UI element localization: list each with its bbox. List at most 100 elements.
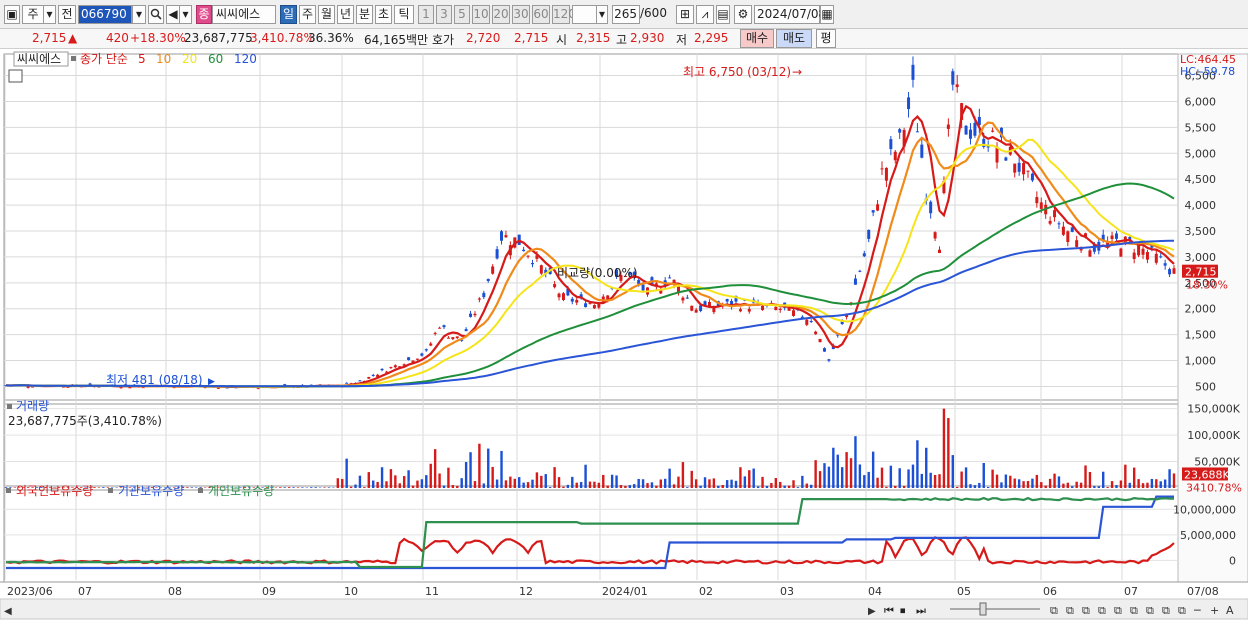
line-chart-icon[interactable]: ⩘ <box>696 5 714 24</box>
volume-bar <box>567 485 569 488</box>
code-dropdown-icon[interactable]: ▾ <box>132 5 146 24</box>
chart-area[interactable]: 6,5006,0005,5005,0004,5004,0003,5003,000… <box>0 50 1248 621</box>
volume-bar <box>1120 480 1122 488</box>
volume-bar <box>93 487 95 488</box>
high-annotation: 최고 6,750 (03/12) <box>683 65 791 79</box>
period-day[interactable]: 일 <box>280 5 297 24</box>
volume-bar <box>1018 479 1020 488</box>
volume-bar <box>739 467 741 488</box>
chevron-down-icon[interactable]: ▾ <box>180 5 192 24</box>
chevron-down-icon[interactable]: ▾ <box>44 5 56 24</box>
period-minute[interactable]: 분 <box>356 5 373 24</box>
volume-bar <box>1142 483 1144 488</box>
volume-bar <box>469 452 471 488</box>
save-icon[interactable]: ▤ <box>716 5 730 24</box>
volume-bar <box>691 471 693 488</box>
volume-bar <box>9 487 11 488</box>
volume-bar <box>757 487 759 488</box>
candle-body <box>916 131 919 132</box>
x-tick-label: 06 <box>1043 585 1057 598</box>
candle-body <box>1168 269 1171 274</box>
candle-icon[interactable]: ⊞ <box>676 5 694 24</box>
zoom-slider-handle[interactable] <box>980 603 986 615</box>
volume-bar <box>859 464 861 488</box>
candle-body <box>726 299 729 301</box>
count-input[interactable]: 265 <box>612 5 640 24</box>
candle-body <box>819 339 822 342</box>
volume-bar <box>354 485 356 488</box>
volume-bar <box>646 483 648 488</box>
volume-bar <box>726 480 728 488</box>
gear-icon[interactable]: ⚙ <box>734 5 752 24</box>
volume-bar <box>1053 474 1055 488</box>
interval-10[interactable]: 10 <box>472 5 490 24</box>
candle-body <box>965 126 968 135</box>
interval-20[interactable]: 20 <box>492 5 510 24</box>
holdings-tick-label: 5,000,000 <box>1180 529 1236 542</box>
speaker-icon[interactable]: ◀ <box>166 5 180 24</box>
volume-bar <box>1155 479 1157 488</box>
volume-bar <box>1102 472 1104 488</box>
volume-bar <box>823 463 825 488</box>
candle-body <box>1146 252 1149 260</box>
volume-title: 거래량 <box>16 399 49 413</box>
ma-legend-period-10: 10 <box>156 52 171 66</box>
prev-button[interactable]: 전 <box>58 5 76 24</box>
eval-button[interactable]: 평 <box>816 29 836 48</box>
scrollbar-track[interactable] <box>0 599 1248 619</box>
volume-bar <box>1115 485 1117 488</box>
candle-body <box>814 332 817 335</box>
volume-bar <box>558 477 560 488</box>
candle-body <box>443 325 446 327</box>
candle-body <box>858 271 861 272</box>
candle-body <box>695 310 698 313</box>
calendar-icon[interactable]: ▦ <box>820 5 834 24</box>
chevron-down-icon[interactable]: ▾ <box>596 5 608 24</box>
interval-120[interactable]: 120 <box>552 5 570 24</box>
chart-svg[interactable]: 6,5006,0005,5005,0004,5004,0003,5003,000… <box>0 50 1248 621</box>
candle-body <box>938 250 941 253</box>
price-tick-label: 5,500 <box>1185 121 1217 134</box>
volume-bar <box>284 487 286 488</box>
stock-code-input[interactable]: 066790 <box>78 5 132 24</box>
date-input[interactable]: 2024/07/08 <box>754 5 820 24</box>
holdings-tick-label: 10,000,000 <box>1173 503 1236 516</box>
volume-bar <box>359 476 361 488</box>
candle-body <box>482 293 485 297</box>
period-year[interactable]: 년 <box>337 5 354 24</box>
volume-bar <box>801 476 803 488</box>
period-tick[interactable]: 틱 <box>394 5 414 24</box>
volume-bar <box>952 455 954 488</box>
search-icon[interactable] <box>148 5 164 24</box>
x-tick-label: 04 <box>868 585 882 598</box>
ma-legend-period-120: 120 <box>234 52 257 66</box>
volume-bar <box>974 485 976 488</box>
period-week[interactable]: 주 <box>299 5 316 24</box>
period-month[interactable]: 월 <box>318 5 335 24</box>
volume-bar <box>593 482 595 488</box>
candle-body <box>1115 233 1118 238</box>
price-tick-label: 5,000 <box>1185 147 1217 160</box>
interval-30[interactable]: 30 <box>512 5 530 24</box>
period-second[interactable]: 초 <box>375 5 392 24</box>
volume-bar <box>549 487 551 488</box>
volume-bar <box>611 475 613 488</box>
candle-body <box>416 359 419 360</box>
candle-body <box>447 338 450 339</box>
interval-60[interactable]: 60 <box>532 5 550 24</box>
interval-3[interactable]: 3 <box>436 5 452 24</box>
volume-bar <box>620 485 622 488</box>
volume-bar <box>1040 482 1042 488</box>
volume-value: 23,687,775 <box>184 31 253 45</box>
sell-button[interactable]: 매도 <box>776 29 812 48</box>
market-select[interactable]: 주 <box>22 5 44 24</box>
candle-body <box>761 306 764 310</box>
buy-button[interactable]: 매수 <box>740 29 774 48</box>
volume-bar <box>576 483 578 488</box>
volume-bar <box>699 486 701 488</box>
tool-icon-2: ⧉ <box>1082 604 1090 617</box>
volume-bar <box>943 409 945 488</box>
interval-5[interactable]: 5 <box>454 5 470 24</box>
interval-1[interactable]: 1 <box>418 5 434 24</box>
menu-icon[interactable]: ▣ <box>4 5 20 24</box>
